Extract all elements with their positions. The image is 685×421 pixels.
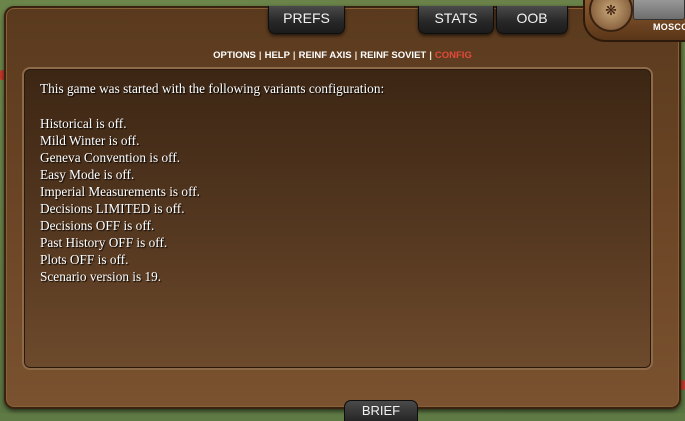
variant-line: Mild Winter is off. <box>40 133 140 148</box>
variant-line: Imperial Measurements is off. <box>40 184 201 199</box>
variant-list: Historical is off. Mild Winter is off. G… <box>40 115 200 285</box>
location-emblem: ❋ MOSCO <box>583 0 685 42</box>
variant-line: Plots OFF is off. <box>40 252 129 267</box>
emblem-location-label: MOSCO <box>653 22 685 32</box>
subnav-reinf-axis[interactable]: REINF AXIS <box>299 50 352 61</box>
subnav-separator: | <box>429 50 432 61</box>
subnav-config[interactable]: CONFIG <box>435 50 472 61</box>
variant-line: Past History OFF is off. <box>40 235 168 250</box>
variant-line: Geneva Convention is off. <box>40 150 181 165</box>
tab-prefs[interactable]: PREFS <box>268 6 345 34</box>
variant-line: Historical is off. <box>40 116 127 131</box>
tab-oob[interactable]: OOB <box>496 6 568 34</box>
subnav-separator: | <box>258 50 262 61</box>
emblem-seal-icon: ❋ <box>589 0 633 32</box>
variant-line: Decisions LIMITED is off. <box>40 201 185 216</box>
subnav-help[interactable]: HELP <box>265 50 290 61</box>
variant-line: Decisions OFF is off. <box>40 218 155 233</box>
emblem-plate <box>633 0 685 20</box>
config-intro-text: This game was started with the following… <box>40 81 385 96</box>
subnav-separator: | <box>292 50 296 61</box>
config-content-box: This game was started with the following… <box>22 67 653 370</box>
subnav-separator: | <box>354 50 358 61</box>
sub-navigation: OPTIONS | HELP | REINF AXIS | REINF SOVIET | CON… <box>0 50 685 61</box>
tab-brief[interactable]: BRIEF <box>344 400 418 421</box>
tab-stats[interactable]: STATS <box>418 6 494 34</box>
subnav-reinf-soviet[interactable]: REINF SOVIET <box>360 50 426 61</box>
subnav-options[interactable]: OPTIONS <box>213 50 256 61</box>
variant-line: Scenario version is 19. <box>40 269 162 284</box>
variant-line: Easy Mode is off. <box>40 167 135 182</box>
